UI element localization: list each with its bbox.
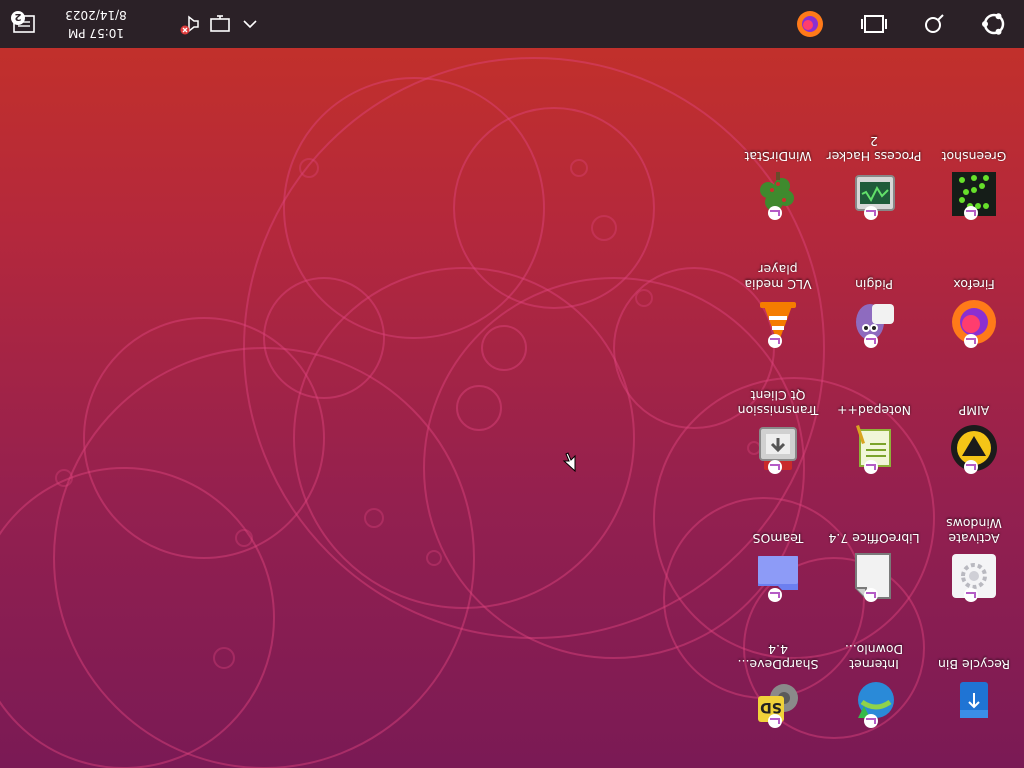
search-button[interactable]: [910, 0, 958, 48]
shortcut-badge: [768, 460, 782, 474]
desktop-icon-process-hacker[interactable]: Process Hacker 2: [826, 106, 922, 226]
desktop-icon-greenshot[interactable]: Greenshot: [926, 106, 1022, 226]
icon-label: AIMP: [958, 403, 990, 418]
icon-label: Internet Downlo...: [844, 642, 904, 672]
clock-date: 8/14/2023: [65, 8, 127, 22]
volume-tray-button[interactable]: [176, 0, 204, 48]
shortcut-badge: [964, 206, 978, 220]
shortcut-badge: [768, 588, 782, 602]
tray-overflow-button[interactable]: [236, 0, 264, 48]
shortcut-badge: [768, 714, 782, 728]
shortcut-badge: [768, 206, 782, 220]
icon-label: Notepad++: [836, 403, 912, 418]
shortcut-badge: [864, 588, 878, 602]
icon-label: Activate Windows: [946, 516, 1002, 546]
shortcut-badge: [864, 714, 878, 728]
shortcut-badge: [768, 334, 782, 348]
desktop-icon-aimp[interactable]: AIMP: [926, 360, 1022, 480]
desktop-icon-transmission[interactable]: Transmission Qt Client: [730, 360, 826, 480]
desktop-icon-windirstat[interactable]: WinDirStat: [730, 106, 826, 226]
desktop-icon-teamos[interactable]: TeamOS: [730, 488, 826, 608]
icon-label: Greenshot: [941, 149, 1007, 164]
mouse-pointer-icon: [562, 452, 576, 472]
shortcut-badge: [964, 588, 978, 602]
icon-label: Recycle Bin: [937, 657, 1011, 672]
ubuntu-logo-icon: [982, 13, 1005, 35]
icon-label: Transmission Qt Client: [737, 388, 819, 418]
icon-label: TeamOS: [752, 531, 804, 546]
shortcut-badge: [964, 460, 978, 474]
task-view-button[interactable]: [850, 0, 898, 48]
icon-label: SharpDeve... 4.4: [737, 642, 819, 672]
desktop-icon-sharpdevelop[interactable]: SD SharpDeve... 4.4: [730, 614, 826, 734]
start-button[interactable]: [970, 0, 1018, 48]
notification-icon: 2: [11, 11, 35, 33]
notification-count: 2: [14, 11, 21, 22]
desktop-icon-firefox[interactable]: Firefox: [926, 234, 1022, 354]
network-disconnected-icon: [210, 15, 230, 32]
desktop-icon-pidgin[interactable]: Pidgin: [826, 234, 922, 354]
desktop-screen: Recycle Bin Activate Windows AIMP Firefo…: [0, 0, 1024, 768]
shortcut-badge: [964, 334, 978, 348]
icon-label: Firefox: [953, 277, 995, 292]
desktop-icon-vlc[interactable]: VLC media player: [730, 234, 826, 354]
task-view-icon: [861, 15, 887, 33]
network-tray-button[interactable]: [204, 0, 234, 48]
clock-time: 10:57 PM: [68, 26, 124, 40]
icon-label: Process Hacker 2: [826, 134, 922, 164]
taskbar-app-firefox[interactable]: [786, 0, 834, 48]
icon-label: LibreOffice 7.4: [828, 531, 920, 546]
icon-label: VLC media player: [744, 262, 812, 292]
shortcut-badge: [864, 334, 878, 348]
desktop-icon-libreoffice[interactable]: LibreOffice 7.4: [826, 488, 922, 608]
recycle-bin-icon: [960, 682, 988, 718]
taskbar: 10:57 PM 8/14/2023 2: [0, 0, 1024, 48]
volume-icon: [180, 15, 199, 35]
shortcut-badge: [864, 460, 878, 474]
shortcut-badge: [864, 206, 878, 220]
notification-center-button[interactable]: 2: [0, 0, 48, 48]
search-icon: [925, 14, 944, 33]
desktop-icon-activate-windows[interactable]: Activate Windows: [926, 488, 1022, 608]
desktop-icon-notepad-plus-plus[interactable]: Notepad++: [826, 360, 922, 480]
chevron-up-icon: [243, 20, 257, 29]
icon-label: WinDirStat: [744, 149, 812, 164]
desktop-icon-recycle-bin[interactable]: Recycle Bin: [926, 614, 1022, 734]
taskbar-clock[interactable]: 10:57 PM 8/14/2023: [56, 6, 136, 42]
icon-label: Pidgin: [855, 277, 894, 292]
svg-text:SD: SD: [760, 699, 782, 715]
firefox-icon: [797, 11, 823, 37]
desktop-icon-internet-download-manager[interactable]: Internet Downlo...: [826, 614, 922, 734]
